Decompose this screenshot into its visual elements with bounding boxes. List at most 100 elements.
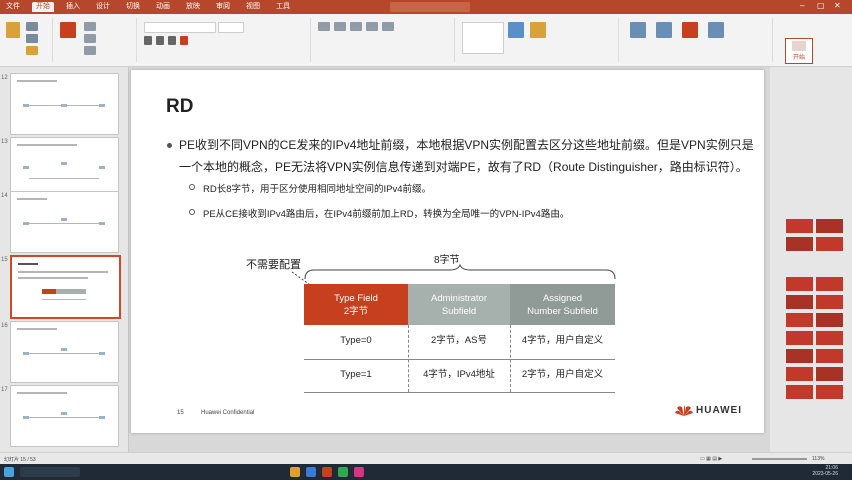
align-right-icon[interactable] xyxy=(382,22,394,31)
tab-home[interactable]: 开始 xyxy=(32,2,54,12)
zoom-slider[interactable] xyxy=(752,458,807,460)
format-painter-icon[interactable] xyxy=(26,46,38,55)
align-left-icon[interactable] xyxy=(350,22,362,31)
clock-date: 2023-05-26 xyxy=(812,471,838,477)
arrange-icon[interactable] xyxy=(508,22,524,38)
reset-icon[interactable] xyxy=(84,34,96,43)
search-box[interactable] xyxy=(390,2,470,12)
title-bar: 文件 开始 插入 设计 切换 动画 放映 审阅 视图 工具 – ▢ ✕ xyxy=(0,0,852,14)
section-icon[interactable] xyxy=(84,46,96,55)
tool-tile[interactable] xyxy=(786,331,813,345)
logo-text: HUAWEI xyxy=(696,405,742,416)
slide-canvas[interactable]: RD PE收到不同VPN的CE发来的IPv4地址前缀，本地根据VPN实例配置去区… xyxy=(131,70,764,433)
select-icon[interactable] xyxy=(708,22,724,38)
tool-tile[interactable] xyxy=(816,385,843,399)
taskbar-search[interactable] xyxy=(20,467,80,477)
font-color-icon[interactable] xyxy=(180,36,188,45)
tool-tile[interactable] xyxy=(816,219,843,233)
maximize-icon[interactable]: ▢ xyxy=(817,1,825,10)
tool-tile[interactable] xyxy=(786,367,813,381)
tool-tile[interactable] xyxy=(786,349,813,363)
quick-styles-icon[interactable] xyxy=(530,22,546,38)
huawei-logo: HUAWEI xyxy=(674,404,754,418)
windows-start-icon[interactable] xyxy=(4,467,14,477)
find-icon[interactable] xyxy=(630,22,646,38)
footer-confidential: Huawei Confidential xyxy=(201,410,255,416)
bold-icon[interactable] xyxy=(144,36,152,45)
tool-tile[interactable] xyxy=(786,295,813,309)
tool-tile[interactable] xyxy=(816,313,843,327)
bullets-icon[interactable] xyxy=(318,22,330,31)
slide-thumbnail[interactable] xyxy=(10,73,119,135)
tab-tools[interactable]: 工具 xyxy=(272,2,294,12)
bullet-main: PE收到不同VPN的CE发来的IPv4地址前缀，本地根据VPN实例配置去区分这些… xyxy=(167,134,757,178)
taskbar: 21:06 2023-05-26 xyxy=(0,464,852,480)
sub-bullet-ring-icon xyxy=(189,184,195,190)
thumb-number: 13 xyxy=(1,139,8,145)
numbering-icon[interactable] xyxy=(334,22,346,31)
slide-thumbnail[interactable] xyxy=(10,191,119,253)
tool-tile[interactable] xyxy=(816,331,843,345)
align-center-icon[interactable] xyxy=(366,22,378,31)
shapes-gallery[interactable] xyxy=(462,22,504,54)
table-cell: Type=0 xyxy=(340,335,372,346)
browser-icon[interactable] xyxy=(306,467,316,477)
table-divider xyxy=(304,359,615,360)
app-icon[interactable] xyxy=(354,467,364,477)
layout-icon[interactable] xyxy=(84,22,96,31)
tool-tile[interactable] xyxy=(816,349,843,363)
powerpoint-icon[interactable] xyxy=(322,467,332,477)
record-icon[interactable] xyxy=(682,22,698,38)
tab-insert[interactable]: 插入 xyxy=(62,2,84,12)
huawei-flower-icon xyxy=(675,405,693,416)
slide-thumbnail[interactable] xyxy=(10,385,119,447)
tab-slideshow[interactable]: 放映 xyxy=(182,2,204,12)
tool-tile[interactable] xyxy=(786,277,813,291)
wechat-icon[interactable] xyxy=(338,467,348,477)
table-cell: 2字节，用户自定义 xyxy=(521,369,604,380)
bullet-main-text: PE收到不同VPN的CE发来的IPv4地址前缀，本地根据VPN实例配置去区分这些… xyxy=(179,138,754,174)
copy-icon[interactable] xyxy=(26,34,38,43)
paste-icon[interactable] xyxy=(6,22,20,38)
table-cell: 4字节，IPv4地址 xyxy=(423,369,495,380)
close-icon[interactable]: ✕ xyxy=(834,1,841,10)
clock[interactable]: 21:06 2023-05-26 xyxy=(812,465,838,477)
slide-thumbnail[interactable] xyxy=(10,137,119,199)
header-type-field: Type Field 2字节 xyxy=(304,284,408,325)
view-buttons[interactable]: ▭ ▦ ▤ ▶ xyxy=(700,456,722,462)
tool-tile[interactable] xyxy=(816,237,843,251)
tool-tile[interactable] xyxy=(786,219,813,233)
ribbon-group-clipboard xyxy=(2,18,53,62)
tab-view[interactable]: 视图 xyxy=(242,2,264,12)
tool-tile[interactable] xyxy=(816,295,843,309)
tool-tile[interactable] xyxy=(786,313,813,327)
cut-icon[interactable] xyxy=(26,22,38,31)
thumb-number: 17 xyxy=(1,387,8,393)
font-size-select[interactable] xyxy=(218,22,244,33)
zoom-level[interactable]: 113% xyxy=(812,456,824,462)
tool-tile[interactable] xyxy=(786,237,813,251)
slide-thumbnail-panel[interactable]: 12 13 14 15 16 17 xyxy=(0,67,129,452)
tool-tile[interactable] xyxy=(786,385,813,399)
tab-design[interactable]: 设计 xyxy=(92,2,114,12)
underline-icon[interactable] xyxy=(168,36,176,45)
slide-thumbnail-selected[interactable] xyxy=(10,255,121,319)
font-name-select[interactable] xyxy=(144,22,216,33)
brace-8-bytes xyxy=(304,264,616,280)
slide-counter: 幻灯片 15 / 53 xyxy=(4,457,36,463)
replace-icon[interactable] xyxy=(656,22,672,38)
italic-icon[interactable] xyxy=(156,36,164,45)
new-slide-icon[interactable] xyxy=(60,22,76,38)
tool-tile[interactable] xyxy=(816,367,843,381)
explorer-icon[interactable] xyxy=(290,467,300,477)
tab-transitions[interactable]: 切换 xyxy=(122,2,144,12)
slide-thumbnail[interactable] xyxy=(10,321,119,383)
slide-title: RD xyxy=(166,96,194,117)
header-assigned-number-subfield: Assigned Number Subfield xyxy=(510,284,615,325)
tool-tile[interactable] xyxy=(816,277,843,291)
tab-animations[interactable]: 动画 xyxy=(152,2,174,12)
tab-review[interactable]: 审阅 xyxy=(212,2,234,12)
minimize-icon[interactable]: – xyxy=(800,1,804,10)
start-slideshow-button[interactable]: 开始 xyxy=(785,38,813,64)
tab-file[interactable]: 文件 xyxy=(2,2,24,12)
